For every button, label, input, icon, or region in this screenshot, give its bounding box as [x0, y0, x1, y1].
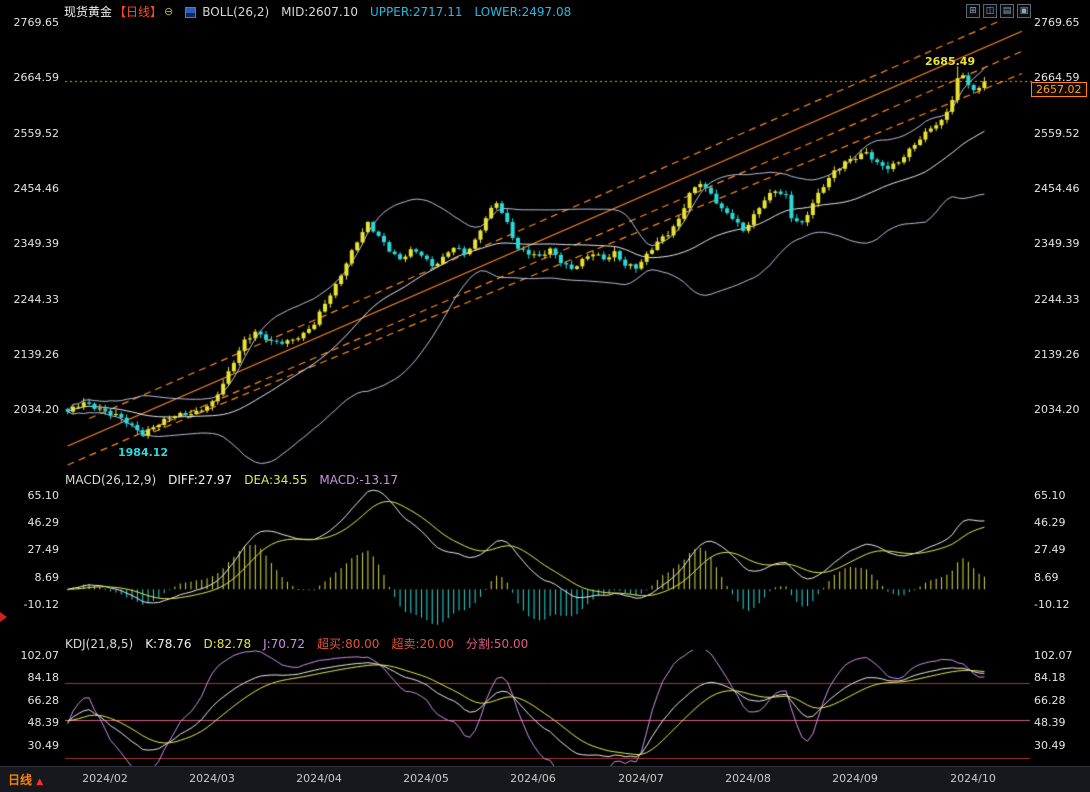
instrument-title: 现货黄金 [64, 5, 112, 19]
kdj-divider: 分割:50.00 [466, 637, 528, 651]
main-y-tick: 2559.52 [2, 127, 59, 140]
x-axis-date: 2024/07 [618, 772, 664, 785]
left-edge-marker-icon [0, 612, 7, 622]
chart-canvas[interactable] [0, 0, 1090, 792]
split-view-icon[interactable]: ◫ [983, 4, 997, 18]
main-y-tick: 2034.20 [1034, 403, 1080, 416]
kdj-y-tick: 102.07 [2, 649, 59, 662]
main-y-tick: 2139.26 [1034, 348, 1080, 361]
x-axis-date: 2024/03 [189, 772, 235, 785]
current-price-badge: 2657.02 [1031, 82, 1087, 97]
macd-dea-value: DEA:34.55 [244, 473, 307, 487]
kdj-y-tick: 66.28 [2, 694, 59, 707]
main-y-tick: 2664.59 [2, 71, 59, 84]
kdj-y-tick: 48.39 [2, 716, 59, 729]
main-y-tick: 2244.33 [2, 293, 59, 306]
kdj-y-tick: 30.49 [1034, 739, 1066, 752]
indicator-badge-icon[interactable] [185, 7, 196, 18]
x-axis-date: 2024/05 [403, 772, 449, 785]
kdj-y-tick: 66.28 [1034, 694, 1066, 707]
macd-y-tick: 46.29 [2, 516, 59, 529]
macd-y-tick: 8.69 [2, 571, 59, 584]
kdj-j-value: J:70.72 [263, 637, 305, 651]
kdj-header: KDJ(21,8,5) K:78.76 D:82.78 J:70.72 超买:8… [65, 637, 528, 651]
main-y-tick: 2034.20 [2, 403, 59, 416]
x-axis-date: 2024/06 [510, 772, 556, 785]
trading-chart-app: 现货黄金【日线】⊖ BOLL(26,2) MID:2607.10 UPPER:2… [0, 0, 1090, 792]
boll-upper-value: UPPER:2717.11 [370, 5, 462, 19]
x-axis-date: 2024/04 [296, 772, 342, 785]
boll-mid-value: MID:2607.10 [281, 5, 358, 19]
macd-y-tick: 65.10 [1034, 489, 1066, 502]
boll-lower-value: LOWER:2497.08 [474, 5, 571, 19]
macd-y-tick: 27.49 [1034, 543, 1066, 556]
main-y-tick: 2139.26 [2, 348, 59, 361]
macd-y-tick: 27.49 [2, 543, 59, 556]
kdj-d-value: D:82.78 [203, 637, 251, 651]
macd-y-tick: -10.12 [2, 598, 59, 611]
x-axis-date: 2024/08 [725, 772, 771, 785]
macd-header: MACD(26,12,9) DIFF:27.97 DEA:34.55 MACD:… [65, 473, 398, 487]
main-y-tick: 2769.65 [1034, 16, 1080, 29]
macd-diff-value: DIFF:27.97 [168, 473, 232, 487]
kdj-overbought: 超买:80.00 [317, 637, 379, 651]
kdj-y-tick: 84.18 [2, 671, 59, 684]
chart-header: 现货黄金【日线】⊖ BOLL(26,2) MID:2607.10 UPPER:2… [64, 5, 571, 19]
period-selector[interactable]: 日线 ▲ [8, 771, 43, 788]
kdj-k-value: K:78.76 [145, 637, 191, 651]
kdj-oversold: 超卖:20.00 [391, 637, 453, 651]
grid-layout-icon[interactable]: ⊞ [966, 4, 980, 18]
collapse-icon[interactable]: ⊖ [164, 5, 173, 19]
macd-y-tick: 65.10 [2, 489, 59, 502]
macd-bar-value: MACD:-13.17 [319, 473, 398, 487]
macd-y-tick: -10.12 [1034, 598, 1069, 611]
macd-y-tick: 46.29 [1034, 516, 1066, 529]
macd-y-tick: 8.69 [1034, 571, 1059, 584]
x-axis-date: 2024/10 [950, 772, 996, 785]
panel-view-icon[interactable]: ▣ [1017, 4, 1031, 18]
kdj-y-tick: 84.18 [1034, 671, 1066, 684]
low-price-annotation: 1984.12 [118, 446, 168, 459]
main-y-tick: 2244.33 [1034, 293, 1080, 306]
kdj-y-tick: 30.49 [2, 739, 59, 752]
main-y-tick: 2454.46 [2, 182, 59, 195]
main-y-tick: 2349.39 [2, 237, 59, 250]
boll-label: BOLL(26,2) [202, 5, 269, 19]
x-axis-date: 2024/02 [82, 772, 128, 785]
main-y-tick: 2559.52 [1034, 127, 1080, 140]
main-y-tick: 2349.39 [1034, 237, 1080, 250]
period-tag: 【日线】 [114, 5, 162, 19]
caret-up-icon: ▲ [36, 777, 43, 787]
x-axis-date: 2024/09 [832, 772, 878, 785]
kdj-y-tick: 48.39 [1034, 716, 1066, 729]
main-y-tick: 2454.46 [1034, 182, 1080, 195]
macd-label: MACD(26,12,9) [65, 473, 156, 487]
list-view-icon[interactable]: ▤ [1000, 4, 1014, 18]
kdj-label: KDJ(21,8,5) [65, 637, 133, 651]
kdj-y-tick: 102.07 [1034, 649, 1073, 662]
high-price-annotation: 2685.49 [925, 55, 975, 68]
main-y-tick: 2769.65 [2, 16, 59, 29]
